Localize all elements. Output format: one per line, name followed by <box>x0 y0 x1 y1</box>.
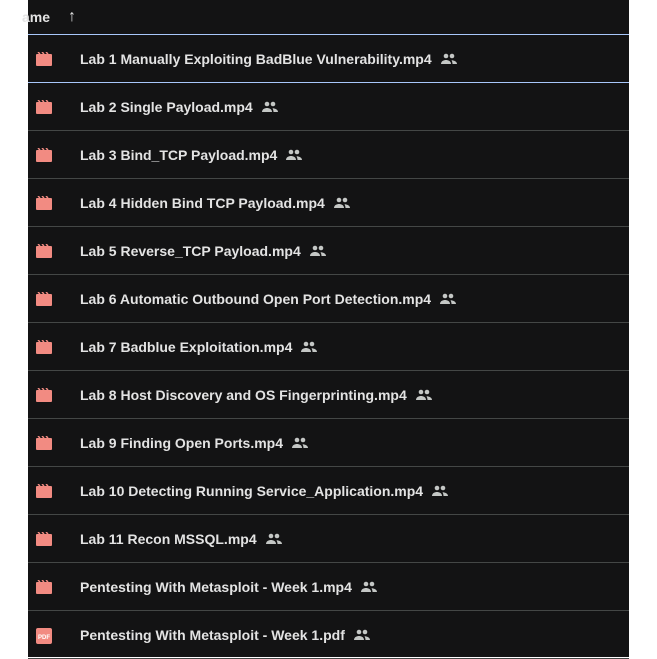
file-row[interactable]: PDF Pentesting With Metasploit - Week 1.p… <box>28 611 629 659</box>
file-name: Lab 5 Reverse_TCP Payload.mp4 <box>80 242 301 259</box>
file-name: Pentesting With Metasploit - Week 1.pdf <box>80 626 345 643</box>
shared-people-icon <box>261 101 278 113</box>
shared-people-icon <box>440 293 457 305</box>
file-name: Lab 9 Finding Open Ports.mp4 <box>80 434 284 451</box>
file-name: Lab 1 Manually Exploiting BadBlue Vulner… <box>80 50 432 67</box>
shared-people-icon <box>440 53 457 65</box>
file-name: Lab 8 Host Discovery and OS Fingerprinti… <box>80 386 407 403</box>
shared-people-icon <box>265 533 282 545</box>
shared-people-icon <box>309 245 326 257</box>
video-file-icon <box>36 483 52 498</box>
video-file-icon <box>36 243 52 258</box>
video-file-icon <box>36 291 52 306</box>
file-row[interactable]: Lab 8 Host Discovery and OS Fingerprinti… <box>28 371 629 419</box>
file-name: Pentesting With Metasploit - Week 1.mp4 <box>80 578 352 595</box>
file-name: Lab 6 Automatic Outbound Open Port Detec… <box>80 290 432 307</box>
file-name: Lab 10 Detecting Running Service_Applica… <box>80 482 424 499</box>
file-row[interactable]: Lab 1 Manually Exploiting BadBlue Vulner… <box>28 35 629 83</box>
file-row[interactable]: Lab 11 Recon MSSQL.mp4 <box>28 515 629 563</box>
file-row[interactable]: Lab 7 Badblue Exploitation.mp4 <box>28 323 629 371</box>
video-file-icon <box>36 387 52 402</box>
file-row[interactable]: Pentesting With Metasploit - Week 1.mp4 <box>28 563 629 611</box>
video-file-icon <box>36 147 52 162</box>
file-row[interactable]: Lab 2 Single Payload.mp4 <box>28 83 629 131</box>
file-row[interactable]: Lab 4 Hidden Bind TCP Payload.mp4 <box>28 179 629 227</box>
arrow-up-icon[interactable]: ↑ <box>68 8 76 26</box>
file-name: Lab 11 Recon MSSQL.mp4 <box>80 530 257 547</box>
shared-people-icon <box>415 389 432 401</box>
video-file-icon <box>36 531 52 546</box>
file-name: Lab 2 Single Payload.mp4 <box>80 98 253 115</box>
pdf-file-icon: PDF <box>36 627 52 644</box>
file-name: Lab 4 Hidden Bind TCP Payload.mp4 <box>80 194 325 211</box>
shared-people-icon <box>286 149 303 161</box>
video-file-icon <box>36 51 52 66</box>
file-name: Lab 7 Badblue Exploitation.mp4 <box>80 338 293 355</box>
shared-people-icon <box>360 581 377 593</box>
file-row[interactable]: Lab 6 Automatic Outbound Open Port Detec… <box>28 275 629 323</box>
name-column-header[interactable]: ame <box>22 9 50 25</box>
video-file-icon <box>36 99 52 114</box>
file-row[interactable]: Lab 5 Reverse_TCP Payload.mp4 <box>28 227 629 275</box>
pdf-icon-label: PDF <box>38 635 50 641</box>
shared-people-icon <box>301 341 318 353</box>
file-row[interactable]: Lab 10 Detecting Running Service_Applica… <box>28 467 629 515</box>
video-file-icon <box>36 435 52 450</box>
video-file-icon <box>36 339 52 354</box>
file-name: Lab 3 Bind_TCP Payload.mp4 <box>80 146 278 163</box>
shared-people-icon <box>292 437 309 449</box>
file-list: ame ↑ Lab 1 Manually Exploiting BadBlue … <box>22 0 629 659</box>
shared-people-icon <box>333 197 350 209</box>
file-row[interactable]: Lab 3 Bind_TCP Payload.mp4 <box>28 131 629 179</box>
column-header: ame ↑ <box>22 0 629 35</box>
video-file-icon <box>36 195 52 210</box>
video-file-icon <box>36 579 52 594</box>
shared-people-icon <box>353 629 370 641</box>
file-row[interactable]: Lab 9 Finding Open Ports.mp4 <box>28 419 629 467</box>
shared-people-icon <box>432 485 449 497</box>
